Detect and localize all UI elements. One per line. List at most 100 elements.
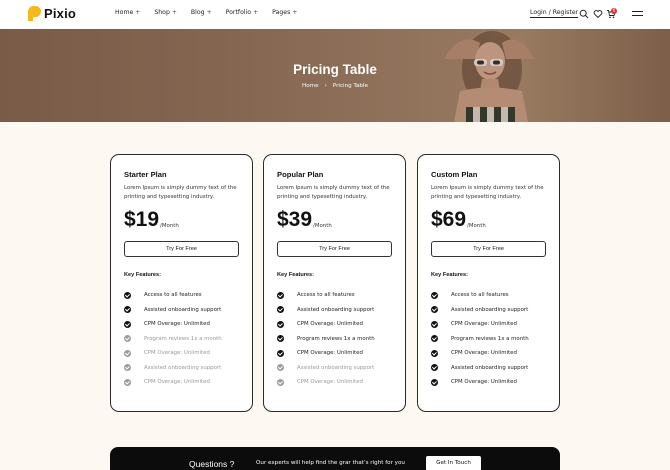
feature-label: Program reviews 1x a month: [297, 335, 375, 342]
feature-item: CPM Overage: Unlimited: [431, 375, 546, 390]
plan-name: Starter Plan: [124, 170, 167, 179]
feature-item: Assisted onboarding support: [277, 303, 392, 318]
feature-item: Assisted onboarding support: [277, 361, 392, 376]
feature-label: Access to all features: [144, 292, 202, 299]
check-circle-icon: [431, 335, 438, 343]
pricing-card: Starter Plan Lorem Ipsum is simply dummy …: [110, 154, 253, 412]
nav-item-home[interactable]: Home +: [115, 9, 140, 16]
plus-icon: +: [253, 9, 259, 16]
check-circle-icon: [124, 349, 131, 357]
feature-label: CPM Overage: Unlimited: [144, 350, 210, 357]
site-header: Pixio Home + Shop + Blog + Portfolio + Pages…: [0, 0, 670, 29]
plus-icon: +: [171, 9, 177, 16]
login-register-link[interactable]: Login / Register: [530, 9, 579, 18]
feature-item: Program reviews 1x a month: [277, 332, 392, 347]
plan-period: /Month: [313, 223, 332, 229]
get-in-touch-button[interactable]: Get In Touch: [426, 456, 481, 470]
check-circle-icon: [277, 349, 284, 357]
check-circle-icon: [124, 364, 131, 372]
feature-list: Access to all features Assisted onboardin…: [277, 288, 392, 390]
feature-label: CPM Overage: Unlimited: [144, 321, 210, 328]
breadcrumb-current: Pricing Table: [332, 83, 368, 89]
feature-label: Program reviews 1x a month: [144, 335, 222, 342]
feature-item: CPM Overage: Unlimited: [277, 317, 392, 332]
feature-list: Access to all features Assisted onboardin…: [124, 288, 239, 390]
main-nav: Home + Shop + Blog + Portfolio + Pages +: [115, 9, 311, 16]
breadcrumb: Home › Pricing Table: [0, 83, 670, 89]
key-features-title: Key Features:: [277, 272, 314, 278]
feature-label: Access to all features: [297, 292, 355, 299]
check-circle-icon: [431, 349, 438, 357]
feature-item: Program reviews 1x a month: [124, 332, 239, 347]
feature-label: CPM Overage: Unlimited: [451, 321, 517, 328]
pricing-card: Custom Plan Lorem Ipsum is simply dummy t…: [417, 154, 560, 412]
heart-icon[interactable]: [593, 9, 603, 19]
check-circle-icon: [431, 320, 438, 328]
price-row: $19/Month: [124, 208, 239, 231]
plus-icon: +: [206, 9, 212, 16]
feature-item: Program reviews 1x a month: [431, 332, 546, 347]
menu-icon[interactable]: [632, 11, 643, 18]
nav-label: Portfolio: [225, 9, 252, 16]
try-for-free-button[interactable]: Try For Free: [277, 241, 392, 257]
feature-label: Assisted onboarding support: [144, 364, 222, 371]
plan-description: Lorem Ipsum is simply dummy text of the …: [277, 185, 390, 200]
nav-label: Home: [115, 9, 134, 16]
feature-label: CPM Overage: Unlimited: [451, 350, 517, 357]
try-for-free-button[interactable]: Try For Free: [124, 241, 239, 257]
nav-label: Shop: [154, 9, 170, 16]
logo-text: Pixio: [44, 6, 77, 21]
feature-label: Assisted onboarding support: [451, 306, 529, 313]
feature-item: CPM Overage: Unlimited: [277, 346, 392, 361]
check-circle-icon: [277, 378, 284, 386]
breadcrumb-home[interactable]: Home: [302, 83, 319, 89]
key-features-title: Key Features:: [431, 272, 468, 278]
nav-item-portfolio[interactable]: Portfolio +: [226, 9, 259, 16]
feature-item: Assisted onboarding support: [431, 361, 546, 376]
logo[interactable]: Pixio: [28, 6, 76, 21]
check-circle-icon: [277, 291, 284, 299]
nav-item-shop[interactable]: Shop +: [154, 9, 177, 16]
feature-item: CPM Overage: Unlimited: [431, 317, 546, 332]
plan-period: /Month: [467, 223, 486, 229]
feature-item: Access to all features: [277, 288, 392, 303]
nav-label: Blog: [190, 9, 205, 16]
hero-banner: Pricing Table Home › Pricing Table: [0, 29, 670, 122]
price-row: $39/Month: [277, 209, 392, 230]
feature-label: Program reviews 1x a month: [451, 335, 529, 342]
nav-item-pages[interactable]: Pages +: [272, 9, 297, 16]
feature-item: CPM Overage: Unlimited: [431, 346, 546, 361]
breadcrumb-separator-icon: ›: [324, 83, 327, 89]
feature-label: Assisted onboarding support: [297, 306, 375, 313]
feature-item: Assisted onboarding support: [431, 303, 546, 318]
plan-description: Lorem Ipsum is simply dummy text of the …: [431, 185, 544, 200]
check-circle-icon: [431, 364, 438, 372]
nav-item-blog[interactable]: Blog +: [191, 9, 212, 16]
try-for-free-button[interactable]: Try For Free: [431, 241, 546, 257]
search-icon[interactable]: [579, 9, 589, 19]
check-circle-icon: [124, 306, 131, 314]
feature-item: Assisted onboarding support: [124, 361, 239, 376]
plan-name: Custom Plan: [431, 170, 478, 179]
contact-banner: Questions ? Our experts will help find t…: [110, 447, 560, 470]
plan-price: $69: [431, 208, 467, 231]
feature-label: Assisted onboarding support: [144, 306, 222, 313]
plan-price: $19: [124, 208, 160, 231]
feature-label: Assisted onboarding support: [297, 364, 375, 371]
feature-label: CPM Overage: Unlimited: [297, 350, 363, 357]
feature-item: CPM Overage: Unlimited: [277, 375, 392, 390]
page-title: Pricing Table: [293, 62, 377, 77]
plan-period: /Month: [160, 223, 179, 229]
key-features-title: Key Features:: [124, 272, 161, 278]
nav-label: Pages: [272, 9, 291, 16]
feature-label: CPM Overage: Unlimited: [297, 321, 363, 328]
check-circle-icon: [277, 364, 284, 372]
check-circle-icon: [431, 291, 438, 299]
feature-item: CPM Overage: Unlimited: [124, 317, 239, 332]
check-circle-icon: [431, 306, 438, 314]
price-row: $69/Month: [431, 208, 546, 231]
check-circle-icon: [277, 306, 284, 314]
check-circle-icon: [124, 378, 131, 386]
pricing-card: Popular Plan Lorem Ipsum is simply dummy …: [263, 154, 406, 412]
check-circle-icon: [431, 378, 438, 386]
